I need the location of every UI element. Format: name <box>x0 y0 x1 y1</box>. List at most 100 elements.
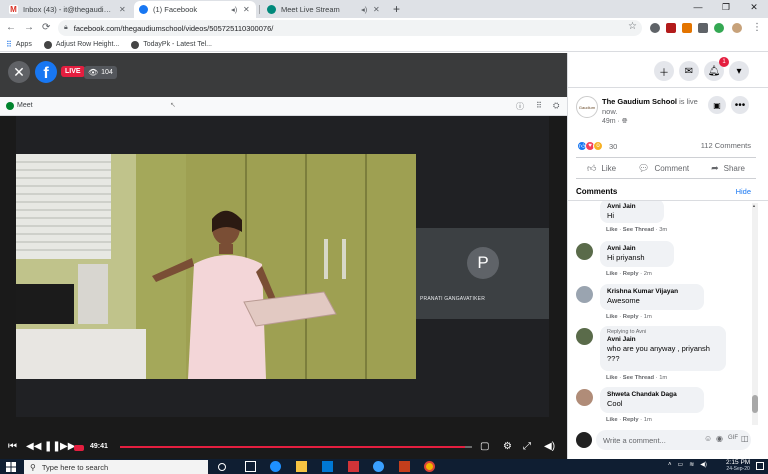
powerpoint-icon[interactable] <box>399 461 410 472</box>
skip-back-icon[interactable]: ⏮ <box>8 441 17 452</box>
close-tab-icon[interactable]: ✕ <box>119 5 127 14</box>
captions-icon[interactable]: ▢ <box>480 441 489 452</box>
tab-facebook[interactable]: (1) Facebook ◂) ✕ <box>134 1 256 18</box>
close-video-button[interactable]: ✕ <box>8 61 30 83</box>
rewind-icon[interactable]: ◀◀ <box>26 441 41 452</box>
commenter-name[interactable]: Avni Jain <box>607 202 657 211</box>
people-icon[interactable]: ⛭ <box>553 101 559 111</box>
taskbar-search[interactable]: ⚲ Type here to search <box>24 460 208 474</box>
camera-icon[interactable]: ◉ <box>716 434 723 443</box>
comment-reply-link[interactable]: Reply <box>623 271 639 277</box>
pause-icon[interactable]: ❚❚ <box>44 441 61 452</box>
comment-like-link[interactable]: Like <box>606 375 618 381</box>
speaker-icon[interactable]: ◂) <box>231 5 239 14</box>
battery-icon[interactable]: ▭ <box>678 461 684 468</box>
post-time[interactable]: 49m · 🌐︎ <box>602 118 627 126</box>
info-icon[interactable]: ⓘ <box>516 101 524 112</box>
puzzle-icon[interactable] <box>698 23 708 33</box>
bookmark-apps[interactable]: ⠿ Apps <box>6 40 32 49</box>
comment-like-link[interactable]: Like <box>606 314 618 320</box>
kebab-menu-icon[interactable]: ⋮ <box>752 22 762 33</box>
address-bar[interactable]: 🔒︎ facebook.com/thegaudiumschool/videos/… <box>58 20 642 36</box>
commenter-avatar[interactable] <box>576 389 593 406</box>
share-button[interactable]: ➦ Share <box>711 163 745 174</box>
video-player[interactable]: ✕ f LIVE 👁︎ 104 Meet ↖ ⓘ ⠿ ⛭ P PRANATI G… <box>0 53 567 459</box>
new-tab-button[interactable]: + <box>393 2 400 16</box>
reload-button[interactable]: ⟳ <box>42 22 50 33</box>
commenter-avatar[interactable] <box>576 286 593 303</box>
save-video-button[interactable]: ▣ <box>708 96 726 114</box>
cortana-icon[interactable] <box>218 463 226 471</box>
close-tab-icon[interactable]: ✕ <box>373 5 381 14</box>
forward-button[interactable]: → <box>24 22 34 33</box>
commenter-name[interactable]: Shweta Chandak Daga <box>607 390 697 399</box>
maximize-button[interactable]: ❐ <box>712 2 740 13</box>
like-button[interactable]: 👍︎ Like <box>587 163 616 174</box>
star-icon[interactable]: ☆ <box>628 21 637 32</box>
sticker-icon[interactable]: ◫ <box>741 434 749 443</box>
app-icon[interactable] <box>348 461 359 472</box>
more-options-button[interactable]: ••• <box>731 96 749 114</box>
comment-like-link[interactable]: Like <box>606 227 618 233</box>
messenger-button[interactable]: ✉ <box>679 61 699 81</box>
tab-meet-live-stream[interactable]: Meet Live Stream ◂) ✕ <box>262 1 386 18</box>
commenter-name[interactable]: Avni Jain <box>607 335 719 344</box>
scroll-thumb[interactable] <box>752 395 758 413</box>
comment-reply-link[interactable]: Reply <box>623 314 639 320</box>
comments-scrollbar[interactable]: ▲ <box>752 203 758 425</box>
pdf-extension-icon[interactable] <box>666 23 676 33</box>
comment-thread-link[interactable]: See Thread <box>623 227 654 233</box>
comment-list[interactable]: Avni Jain Hi Like · See Thread · 3m Avni… <box>568 201 758 427</box>
commenter-avatar[interactable] <box>576 243 593 260</box>
taskbar-clock[interactable]: 2:15 PM 24-Sep-20 <box>726 459 750 473</box>
commenter-name[interactable]: Avni Jain <box>607 244 667 253</box>
profile-avatar[interactable] <box>732 23 742 33</box>
task-view-icon[interactable] <box>245 461 256 472</box>
scroll-up-arrow-icon[interactable]: ▲ <box>752 203 756 208</box>
settings-gear-icon[interactable]: ⚙ <box>503 441 512 452</box>
reactions-summary[interactable]: 👍︎ ♥ o 30 <box>577 141 617 151</box>
comment-reply-link[interactable]: Reply <box>623 417 639 423</box>
commenter-avatar[interactable] <box>576 328 593 345</box>
create-button[interactable]: ＋ <box>654 61 674 81</box>
fullscreen-icon[interactable]: ⤢ <box>523 441 531 452</box>
minimize-button[interactable]: — <box>684 2 712 12</box>
account-menu-button[interactable]: ▾ <box>729 61 749 81</box>
hide-comments-link[interactable]: Hide <box>736 187 751 196</box>
emoji-icon[interactable]: ☺ <box>704 434 712 443</box>
back-button[interactable]: ← <box>6 22 16 33</box>
gif-icon[interactable]: GIF <box>728 435 738 441</box>
close-window-button[interactable]: ✕ <box>740 2 768 13</box>
facebook-logo-icon[interactable]: f <box>35 61 57 83</box>
file-explorer-icon[interactable] <box>296 461 307 472</box>
comment-thread-link[interactable]: See Thread <box>623 375 654 381</box>
extension-icon[interactable] <box>682 23 692 33</box>
comment-button[interactable]: 💬︎ Comment <box>638 163 689 174</box>
tab-gmail[interactable]: M Inbox (43) - it@thegaudium.com ✕ <box>4 1 132 18</box>
notifications-icon[interactable] <box>756 462 764 470</box>
edge-icon[interactable] <box>270 461 281 472</box>
volume-icon[interactable]: ◀) <box>700 461 707 468</box>
commenter-name[interactable]: Krishna Kumar Vijayan <box>607 287 697 296</box>
windows-start-icon[interactable] <box>6 462 16 472</box>
bookmark-item[interactable]: Adjust Row Height... <box>43 40 119 49</box>
outlook-icon[interactable] <box>322 461 333 472</box>
edge-new-icon[interactable] <box>373 461 384 472</box>
comment-count[interactable]: 112 Comments <box>701 141 751 150</box>
wifi-icon[interactable]: ≋ <box>689 461 694 468</box>
page-name-link[interactable]: The Gaudium School <box>602 97 677 106</box>
bookmark-item[interactable]: TodayPk - Latest Tel... <box>131 40 212 49</box>
extension-icon[interactable] <box>714 23 724 33</box>
chevron-up-icon[interactable]: ˄ <box>668 462 672 468</box>
comment-meta: Like · Reply · 2m <box>606 271 652 277</box>
volume-icon[interactable]: ◀) <box>544 441 555 452</box>
chrome-icon[interactable] <box>424 461 435 472</box>
progress-bar[interactable] <box>120 446 472 448</box>
speaker-icon[interactable]: ◂) <box>361 5 369 14</box>
comment-like-link[interactable]: Like <box>606 271 618 277</box>
grid-icon[interactable]: ⠿ <box>536 101 542 110</box>
close-tab-icon[interactable]: ✕ <box>243 5 251 14</box>
comment-like-link[interactable]: Like <box>606 417 618 423</box>
extension-icon[interactable] <box>650 23 660 33</box>
page-avatar[interactable]: Gaudium <box>576 96 598 118</box>
